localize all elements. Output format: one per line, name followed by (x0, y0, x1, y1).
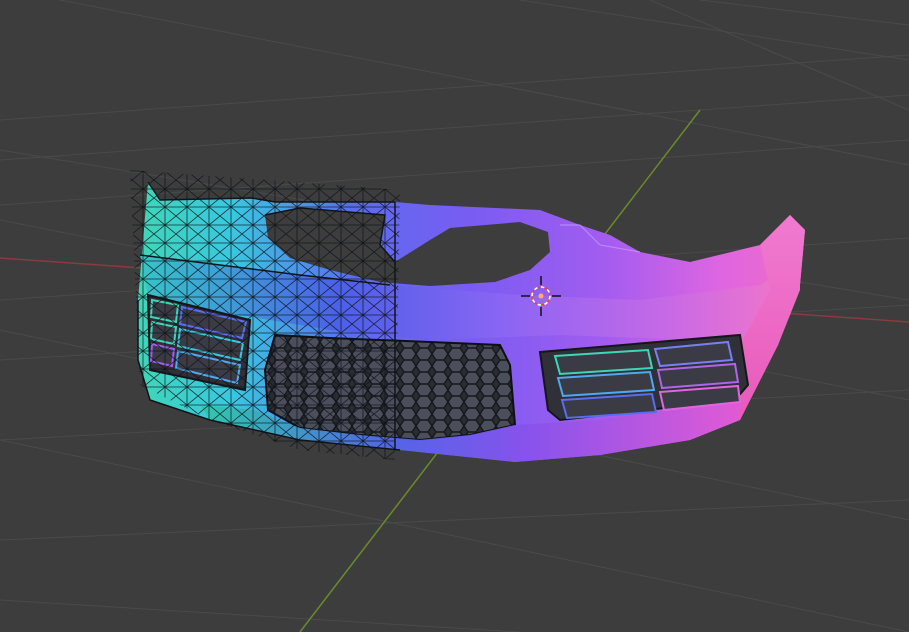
3d-viewport[interactable] (0, 0, 909, 632)
viewport-canvas[interactable] (0, 0, 909, 632)
bumper-model[interactable] (130, 170, 805, 465)
